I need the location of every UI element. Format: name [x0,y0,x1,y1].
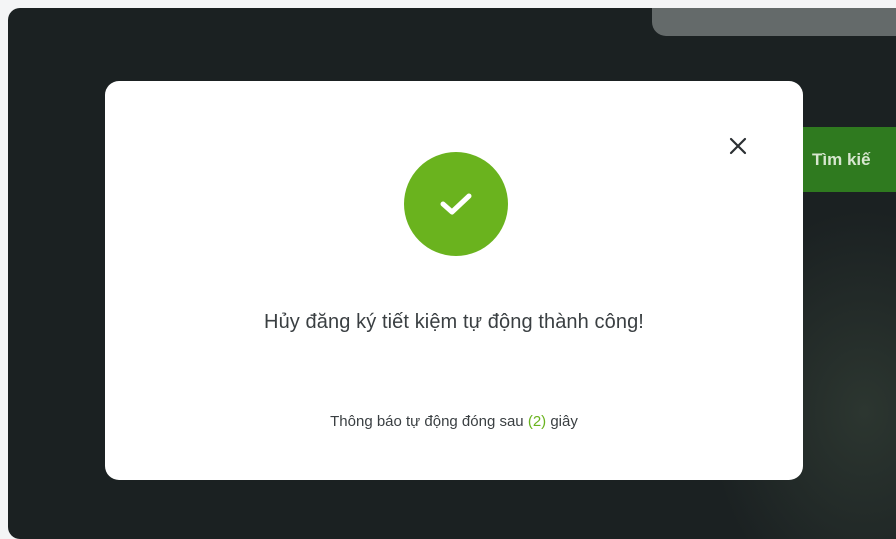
countdown-prefix: Thông báo tự động đóng sau [330,413,524,430]
check-circle-icon [404,152,508,256]
countdown-suffix: giây [550,413,578,430]
success-message: Hủy đăng ký tiết kiệm tự động thành công… [264,311,644,333]
countdown-close-paren: ) [541,413,547,430]
background-search-field [652,8,896,36]
background-search-button: Tìm kiế [790,127,896,192]
countdown-seconds: (2) [528,413,546,430]
background-search-button-label: Tìm kiế [812,149,871,169]
auto-close-notice: Thông báo tự động đóng sau (2) giây [105,413,803,430]
checkmark-icon [440,193,472,215]
success-dialog: Hủy đăng ký tiết kiệm tự động thành công… [105,81,803,480]
close-icon [729,137,747,155]
close-button[interactable] [721,129,755,163]
countdown-value: 2 [532,413,542,430]
